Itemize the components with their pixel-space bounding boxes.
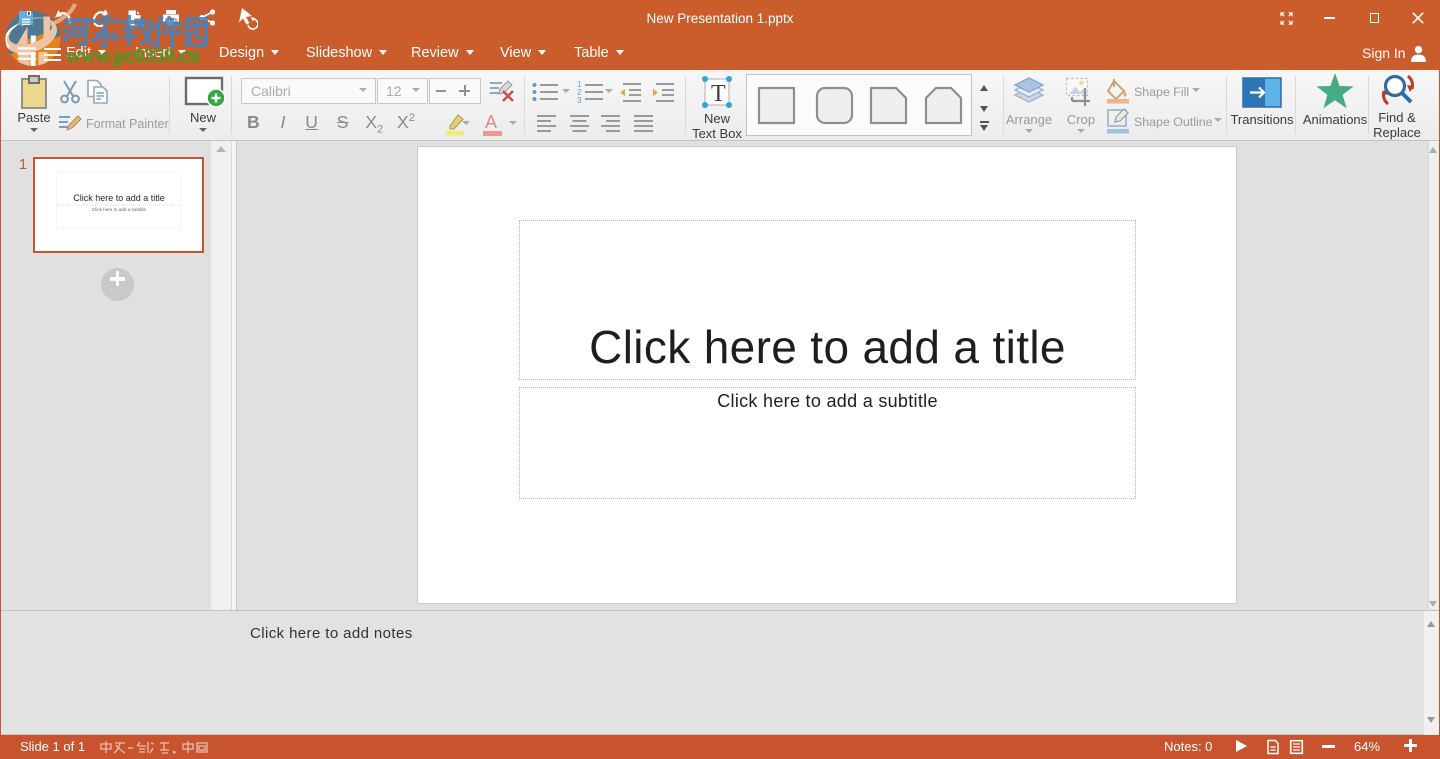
svg-text:3: 3: [577, 96, 582, 104]
svg-text:www.pc0359.cn: www.pc0359.cn: [66, 46, 200, 67]
svg-text:T: T: [711, 81, 726, 107]
